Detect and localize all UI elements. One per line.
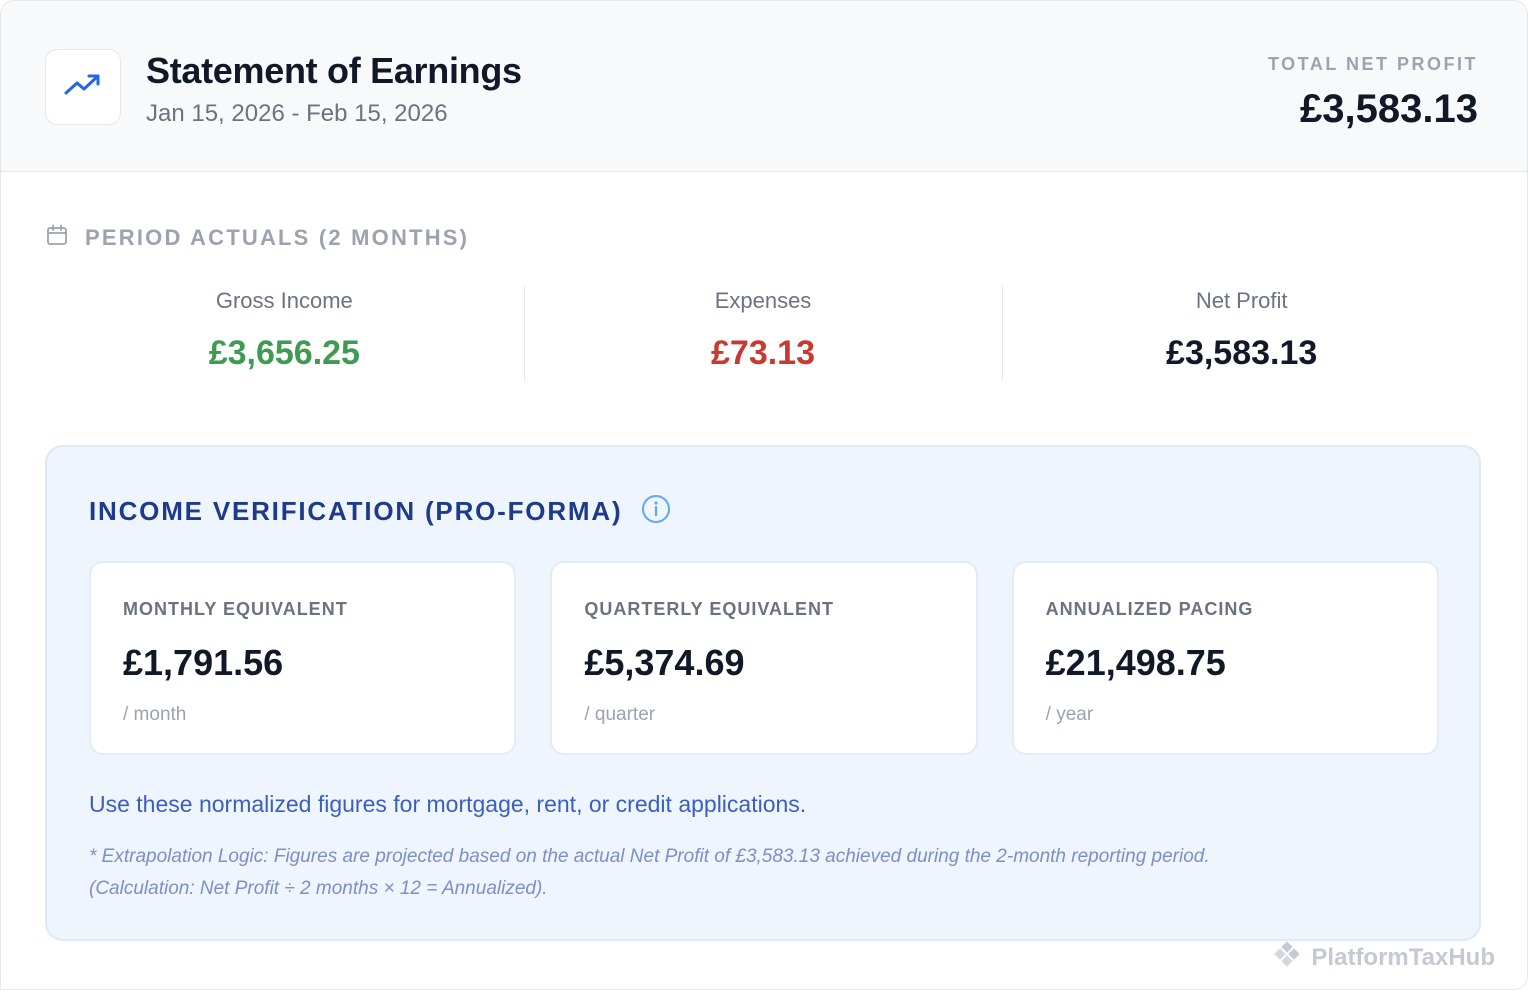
tile-unit: / year xyxy=(1045,704,1094,725)
brand-name: PlatformTaxHub xyxy=(1311,943,1495,971)
brand-watermark: PlatformTaxHub xyxy=(1271,941,1495,974)
period-actuals-heading: PERIOD ACTUALS (2 MONTHS) xyxy=(45,223,469,252)
extrapolation-footnote: * Extrapolation Logic: Figures are proje… xyxy=(89,841,1419,905)
verification-note: Use these normalized figures for mortgag… xyxy=(89,791,807,817)
tile-unit: / month xyxy=(123,704,187,725)
footnote-line-2: (Calculation: Net Profit ÷ 2 months × 12… xyxy=(89,878,548,899)
income-verification-heading: INCOME VERIFICATION (PRO-FORMA) xyxy=(89,493,672,530)
metric-gross-income: Gross Income £3,656.25 xyxy=(45,285,524,381)
tile-monthly-equivalent: MONTHLY EQUIVALENT £1,791.56 / month xyxy=(89,561,517,755)
metric-expenses: Expenses £73.13 xyxy=(523,285,1003,381)
metric-net-profit: Net Profit £3,583.13 xyxy=(1002,285,1481,381)
tile-annualized-pacing: ANNUALIZED PACING £21,498.75 / year xyxy=(1011,561,1439,755)
tile-quarterly-equivalent: QUARTERLY EQUIVALENT £5,374.69 / quarter xyxy=(550,561,978,755)
tile-value: £1,791.56 xyxy=(123,642,284,683)
statement-header: Statement of Earnings Jan 15, 2026 - Feb… xyxy=(1,1,1527,172)
date-range: Jan 15, 2026 - Feb 15, 2026 xyxy=(146,100,448,127)
info-icon[interactable] xyxy=(640,493,672,530)
total-net-profit-label: TOTAL NET PROFIT xyxy=(1268,54,1478,74)
total-net-profit-value: £3,583.13 xyxy=(1300,87,1478,131)
metric-value: £3,656.25 xyxy=(208,334,360,372)
metric-label: Gross Income xyxy=(215,288,353,313)
tile-label: MONTHLY EQUIVALENT xyxy=(123,599,348,619)
page-title: Statement of Earnings xyxy=(146,50,522,91)
tile-value: £5,374.69 xyxy=(584,642,745,683)
metric-label: Expenses xyxy=(714,288,812,313)
diamond-cluster-icon xyxy=(1271,941,1303,974)
tile-unit: / quarter xyxy=(584,704,656,725)
tile-label: ANNUALIZED PACING xyxy=(1045,599,1254,619)
earnings-statement-card: Statement of Earnings Jan 15, 2026 - Feb… xyxy=(0,0,1528,990)
metric-value: £73.13 xyxy=(711,334,815,372)
metric-value: £3,583.13 xyxy=(1166,334,1318,372)
trending-up-icon xyxy=(63,71,103,104)
income-verification-title: INCOME VERIFICATION (PRO-FORMA) xyxy=(89,496,623,526)
income-verification-panel: INCOME VERIFICATION (PRO-FORMA) MONTHLY … xyxy=(45,445,1481,941)
equivalent-tiles: MONTHLY EQUIVALENT £1,791.56 / month QUA… xyxy=(89,561,1439,755)
footnote-line-1: * Extrapolation Logic: Figures are proje… xyxy=(89,846,1210,867)
metric-label: Net Profit xyxy=(1195,288,1288,313)
calendar-icon xyxy=(45,223,69,252)
tile-value: £21,498.75 xyxy=(1045,642,1226,683)
period-metrics: Gross Income £3,656.25 Expenses £73.13 N… xyxy=(45,285,1481,381)
period-actuals-title: PERIOD ACTUALS (2 MONTHS) xyxy=(85,224,470,250)
tile-label: QUARTERLY EQUIVALENT xyxy=(584,599,835,619)
logo-box xyxy=(45,49,121,125)
